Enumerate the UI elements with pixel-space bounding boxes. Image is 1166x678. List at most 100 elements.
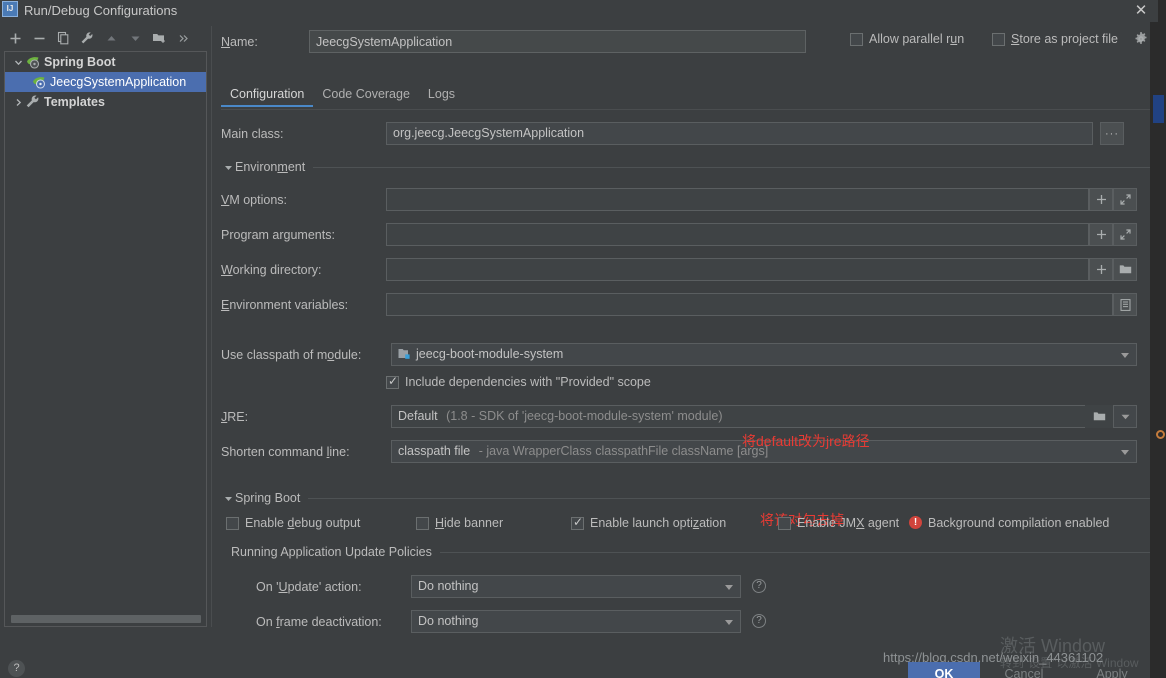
add-configuration-button[interactable] bbox=[4, 27, 26, 49]
tree-horizontal-scrollbar[interactable] bbox=[11, 615, 201, 623]
on-frame-deactivation-help-icon[interactable]: ? bbox=[752, 614, 766, 628]
more-options-button[interactable] bbox=[172, 27, 194, 49]
tree-node-templates[interactable]: Templates bbox=[5, 92, 206, 112]
help-button[interactable]: ? bbox=[8, 660, 25, 677]
jre-label: JRE: bbox=[221, 410, 249, 424]
chevron-right-icon[interactable] bbox=[11, 95, 25, 109]
jre-browse-button[interactable] bbox=[1085, 405, 1113, 428]
tab-code-coverage[interactable]: Code Coverage bbox=[313, 83, 419, 107]
on-frame-deactivation-row: On frame deactivation: Do nothing ? bbox=[231, 610, 1150, 634]
jre-dropdown-button[interactable] bbox=[1113, 405, 1137, 428]
on-frame-deactivation-label: On frame deactivation: bbox=[256, 615, 382, 629]
use-classpath-of-module-value: jeecg-boot-module-system bbox=[416, 347, 564, 361]
configurations-toolbar bbox=[4, 26, 210, 50]
tab-logs[interactable]: Logs bbox=[419, 83, 464, 107]
store-as-project-file-label: Store as project file bbox=[1011, 32, 1119, 46]
annotation-jre-path: 将default改为jre路径 bbox=[742, 433, 870, 449]
store-as-project-file-checkbox[interactable]: Store as project file bbox=[992, 32, 1118, 46]
working-directory-browse-button[interactable] bbox=[1113, 258, 1137, 281]
copy-configuration-button[interactable] bbox=[52, 27, 74, 49]
jre-value: Default bbox=[398, 409, 438, 423]
chevron-down-icon bbox=[1121, 450, 1129, 455]
tree-node-spring-boot[interactable]: Spring Boot bbox=[5, 52, 206, 72]
chevron-down-icon[interactable] bbox=[11, 55, 25, 69]
main-class-label: Main class: bbox=[221, 127, 284, 141]
main-class-browse-button[interactable]: ··· bbox=[1100, 122, 1124, 145]
working-directory-input[interactable] bbox=[386, 258, 1089, 281]
allow-parallel-run-checkbox[interactable]: Allow parallel run bbox=[850, 32, 964, 46]
environment-variables-input[interactable] bbox=[386, 293, 1113, 316]
spring-boot-icon bbox=[31, 74, 47, 90]
on-frame-deactivation-value: Do nothing bbox=[418, 614, 479, 628]
working-directory-add-button[interactable] bbox=[1089, 258, 1113, 281]
shorten-command-line-hint: - java WrapperClass classpathFile classN… bbox=[478, 444, 769, 458]
error-icon: ! bbox=[909, 516, 922, 529]
configurations-tree[interactable]: Spring Boot JeecgSystemApplication Templ… bbox=[4, 51, 207, 627]
checkbox-box bbox=[226, 516, 239, 530]
on-frame-deactivation-combo[interactable]: Do nothing bbox=[411, 610, 741, 633]
move-up-button[interactable] bbox=[100, 27, 122, 49]
tab-configuration[interactable]: Configuration bbox=[221, 83, 314, 107]
include-provided-scope-label: Include dependencies with "Provided" sco… bbox=[405, 375, 651, 389]
tree-node-jeecg-system-application[interactable]: JeecgSystemApplication bbox=[5, 72, 206, 92]
checkbox-box bbox=[571, 515, 584, 530]
shorten-command-line-value: classpath file bbox=[398, 444, 471, 458]
jre-combo[interactable]: Default (1.8 - SDK of 'jeecg-boot-module… bbox=[391, 405, 1113, 428]
enable-debug-output-checkbox[interactable]: Enable debug output bbox=[226, 516, 360, 530]
window-title: Run/Debug Configurations bbox=[24, 3, 178, 18]
apply-button[interactable]: Apply bbox=[1076, 662, 1148, 678]
background-compilation-label: Background compilation enabled bbox=[928, 516, 1110, 530]
main-class-row: Main class: org.jeecg.JeecgSystemApplica… bbox=[221, 122, 1150, 146]
remove-configuration-button[interactable] bbox=[28, 27, 50, 49]
environment-variables-row: Environment variables: bbox=[221, 293, 1150, 317]
on-update-action-help-icon[interactable]: ? bbox=[752, 579, 766, 593]
use-classpath-of-module-row: Use classpath of module: jeecg-boot-modu… bbox=[221, 343, 1150, 367]
panel-divider bbox=[211, 26, 212, 627]
enable-launch-optimization-checkbox[interactable]: Enable launch optization bbox=[571, 515, 726, 530]
new-folder-button[interactable] bbox=[148, 27, 170, 49]
cancel-button[interactable]: Cancel bbox=[988, 662, 1060, 678]
gear-icon[interactable] bbox=[1134, 32, 1148, 46]
module-icon bbox=[398, 346, 412, 359]
environment-variables-label: Environment variables: bbox=[221, 298, 349, 312]
environment-variables-list-button[interactable] bbox=[1113, 293, 1137, 316]
program-arguments-input[interactable] bbox=[386, 223, 1089, 246]
use-classpath-of-module-label: Use classpath of module: bbox=[221, 348, 362, 362]
move-down-button[interactable] bbox=[124, 27, 146, 49]
program-arguments-label: Program arguments: bbox=[221, 228, 335, 242]
tree-node-label: Templates bbox=[44, 95, 105, 109]
on-update-action-combo[interactable]: Do nothing bbox=[411, 575, 741, 598]
include-provided-scope-checkbox[interactable]: Include dependencies with "Provided" sco… bbox=[386, 374, 651, 389]
vm-options-input[interactable] bbox=[386, 188, 1089, 211]
tabs-underline bbox=[221, 109, 1150, 110]
program-arguments-expand-button[interactable] bbox=[1113, 223, 1137, 246]
close-icon[interactable]: ✕ bbox=[1132, 2, 1150, 20]
background-editor-strip bbox=[1150, 0, 1166, 678]
run-debug-configurations-dialog: IJ Run/Debug Configurations ✕ Spring Boo… bbox=[0, 0, 1166, 678]
program-arguments-add-button[interactable] bbox=[1089, 223, 1113, 246]
hide-banner-checkbox[interactable]: Hide banner bbox=[416, 516, 503, 530]
triangle-down-icon bbox=[221, 163, 235, 172]
jre-row: JRE: Default (1.8 - SDK of 'jeecg-boot-m… bbox=[221, 405, 1150, 429]
main-class-input[interactable]: org.jeecg.JeecgSystemApplication bbox=[386, 122, 1093, 145]
vm-options-expand-button[interactable] bbox=[1113, 188, 1137, 211]
enable-jmx-agent-label: Enable JMX agent bbox=[797, 516, 900, 530]
checkbox-box bbox=[778, 516, 791, 530]
on-update-action-row: On 'Update' action: Do nothing ? bbox=[231, 575, 1150, 599]
update-policies-section-header: Running Application Update Policies bbox=[231, 545, 1150, 559]
tree-node-label: JeecgSystemApplication bbox=[50, 75, 187, 89]
configuration-name-input[interactable] bbox=[309, 30, 806, 53]
checkbox-box bbox=[850, 32, 863, 46]
configuration-tabs: Configuration Code Coverage Logs bbox=[221, 83, 464, 111]
spring-boot-section-header[interactable]: Spring Boot bbox=[221, 491, 1150, 505]
section-divider-line bbox=[308, 497, 1150, 499]
vm-options-add-button[interactable] bbox=[1089, 188, 1113, 211]
environment-section-header[interactable]: Environment bbox=[221, 160, 1150, 174]
use-classpath-of-module-combo[interactable]: jeecg-boot-module-system bbox=[391, 343, 1137, 366]
enable-debug-output-label: Enable debug output bbox=[245, 516, 361, 530]
edit-templates-button[interactable] bbox=[76, 27, 98, 49]
working-directory-label: Working directory: bbox=[221, 263, 322, 277]
enable-jmx-agent-checkbox[interactable]: Enable JMX agent bbox=[778, 516, 899, 530]
ok-button[interactable]: OK bbox=[908, 662, 980, 678]
allow-parallel-run-label: Allow parallel run bbox=[869, 32, 965, 46]
